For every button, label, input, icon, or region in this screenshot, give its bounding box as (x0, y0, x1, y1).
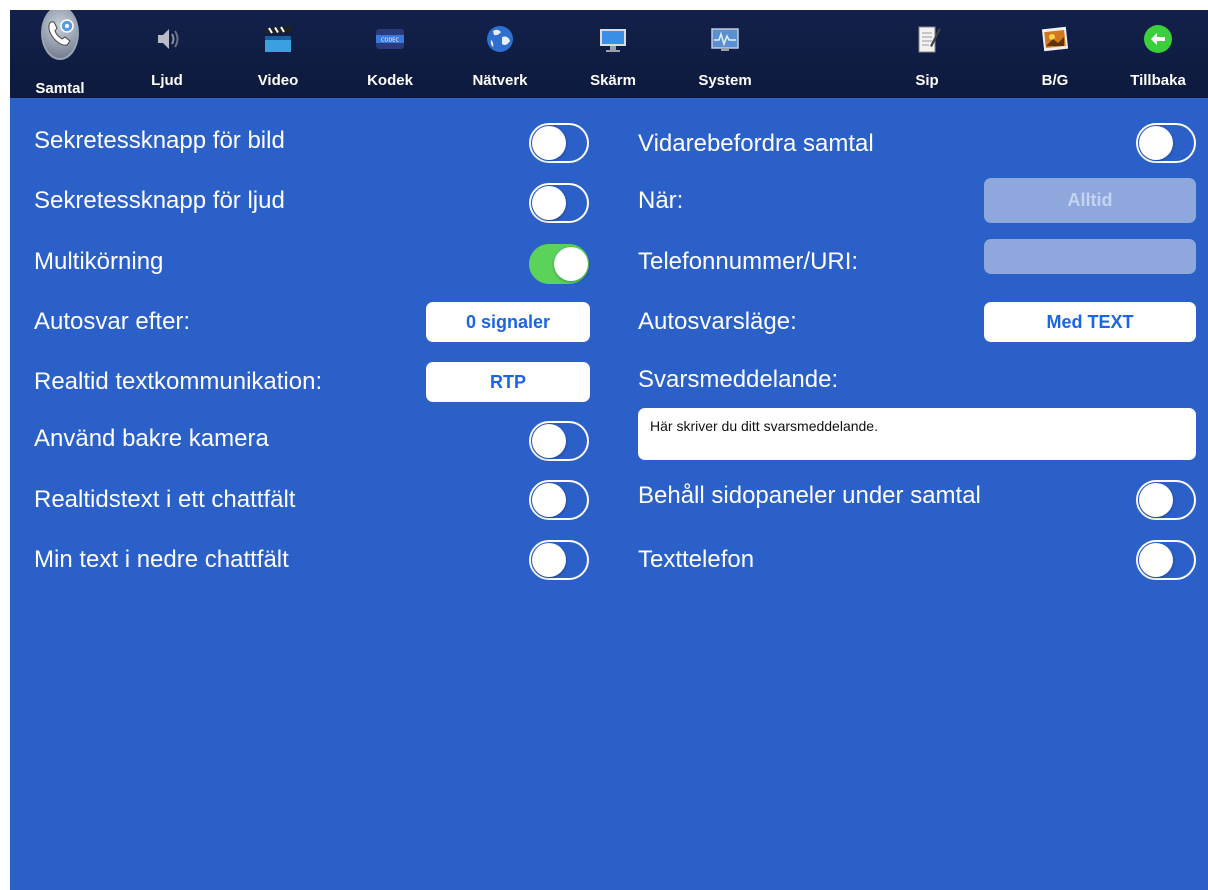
phone-gear-icon (41, 10, 79, 60)
tab-label: Samtal (35, 80, 85, 97)
tab-bg[interactable]: B/G (1005, 10, 1105, 98)
tab-system[interactable]: System (675, 10, 775, 98)
forward-calls-toggle[interactable] (1136, 123, 1196, 163)
multitasking-toggle[interactable] (529, 244, 589, 284)
autoanswer-mode-button[interactable]: Med TEXT (984, 302, 1196, 342)
forward-calls-label: Vidarebefordra samtal (638, 130, 874, 157)
phone-uri-label: Telefonnummer/URI: (638, 248, 859, 275)
rtt-single-field-label: Realtidstext i ett chattfält (34, 486, 296, 513)
toggle-knob (1139, 126, 1173, 160)
tab-ljud[interactable]: Ljud (117, 10, 217, 98)
tab-label: Skärm (590, 72, 636, 89)
settings-screen: Samtal Ljud Video CODEC Kodek Nätverk Sk… (10, 10, 1208, 890)
tab-samtal[interactable]: Samtal (10, 10, 110, 98)
speaker-icon (150, 22, 184, 56)
autoanswer-label: Autosvar efter: (34, 308, 191, 335)
privacy-audio-label: Sekretessknapp för ljud (34, 187, 285, 214)
tab-label: Sip (915, 72, 939, 89)
toggle-knob (532, 126, 566, 160)
answer-message-label: Svarsmeddelande: (638, 366, 839, 393)
notepad-icon (910, 22, 944, 56)
keep-side-panels-label: Behåll sidopaneler under samtal (638, 482, 981, 509)
rear-camera-label: Använd bakre kamera (34, 425, 269, 452)
rear-camera-toggle[interactable] (529, 421, 589, 461)
my-text-lower-label: Min text i nedre chattfält (34, 546, 289, 573)
privacy-audio-toggle[interactable] (529, 183, 589, 223)
text-telephone-toggle[interactable] (1136, 540, 1196, 580)
monitor-icon (596, 22, 630, 56)
tab-skarm[interactable]: Skärm (563, 10, 663, 98)
keep-side-panels-toggle[interactable] (1136, 480, 1196, 520)
tab-label: System (698, 72, 752, 89)
back-arrow-icon (1141, 22, 1175, 56)
toggle-knob (1139, 543, 1173, 577)
globe-icon (483, 22, 517, 56)
toggle-knob (532, 424, 566, 458)
rtt-single-field-toggle[interactable] (529, 480, 589, 520)
tab-label: B/G (1041, 72, 1069, 89)
privacy-video-toggle[interactable] (529, 123, 589, 163)
multitasking-label: Multikörning (34, 248, 164, 275)
autoanswer-button[interactable]: 0 signaler (426, 302, 590, 342)
tab-label: Tillbaka (1130, 72, 1186, 89)
my-text-lower-toggle[interactable] (529, 540, 589, 580)
picture-icon (1038, 22, 1072, 56)
tab-natverk[interactable]: Nätverk (450, 10, 550, 98)
realtime-text-label: Realtid textkommunikation: (34, 368, 323, 395)
phone-uri-field[interactable] (984, 239, 1196, 274)
toggle-knob (1139, 483, 1173, 517)
answer-message-textarea[interactable]: Här skriver du ditt svarsmeddelande. (638, 408, 1196, 460)
clapperboard-icon (261, 22, 295, 56)
toggle-knob (532, 483, 566, 517)
toggle-knob (532, 543, 566, 577)
top-toolbar: Samtal Ljud Video CODEC Kodek Nätverk Sk… (10, 10, 1208, 98)
tab-kodek[interactable]: CODEC Kodek (340, 10, 440, 98)
toggle-knob (554, 247, 588, 281)
codec-text: CODEC (381, 38, 399, 44)
when-button[interactable]: Alltid (984, 178, 1196, 223)
when-label: När: (638, 187, 684, 214)
autoanswer-mode-label: Autosvarsläge: (638, 308, 797, 335)
codec-chip-icon: CODEC (373, 22, 407, 56)
tab-label: Video (257, 72, 299, 89)
tab-label: Ljud (151, 72, 183, 89)
tab-sip[interactable]: Sip (877, 10, 977, 98)
tab-video[interactable]: Video (228, 10, 328, 98)
text-telephone-label: Texttelefon (638, 546, 755, 573)
realtime-text-button[interactable]: RTP (426, 362, 590, 402)
tab-tillbaka[interactable]: Tillbaka (1108, 10, 1208, 98)
privacy-video-label: Sekretessknapp för bild (34, 127, 285, 154)
tab-label: Nätverk (472, 72, 528, 89)
tab-label: Kodek (367, 72, 413, 89)
toggle-knob (532, 186, 566, 220)
system-monitor-icon (708, 22, 742, 56)
